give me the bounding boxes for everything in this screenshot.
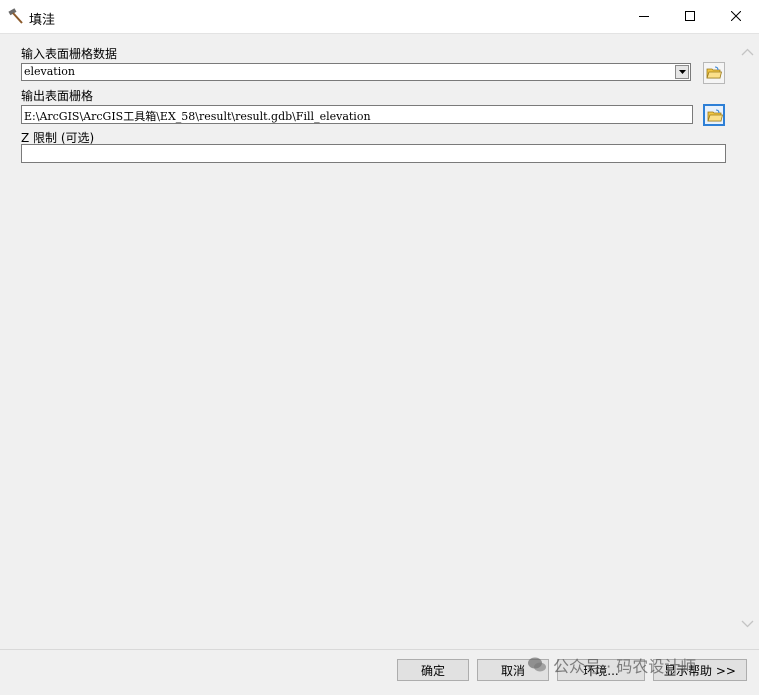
browse-input-button[interactable] xyxy=(703,62,725,84)
close-icon xyxy=(731,11,741,21)
vertical-scrollbar[interactable] xyxy=(737,34,758,648)
scroll-up-icon[interactable] xyxy=(741,48,754,56)
wechat-icon xyxy=(528,657,546,672)
maximize-button[interactable] xyxy=(667,0,713,33)
output-raster-field[interactable]: E:\ArcGIS\ArcGIS工具箱\EX_58\result\result.… xyxy=(21,105,693,124)
watermark-text: 公众号 · 码农设计师 xyxy=(553,657,697,676)
output-raster-label: 输出表面栅格 xyxy=(21,89,94,103)
input-raster-value: elevation xyxy=(24,65,75,78)
browse-output-button[interactable] xyxy=(703,104,725,126)
dropdown-button[interactable] xyxy=(675,65,689,79)
minimize-icon xyxy=(639,16,649,17)
folder-open-icon xyxy=(706,66,722,79)
folder-open-icon xyxy=(707,109,723,122)
input-raster-combobox[interactable]: elevation xyxy=(21,63,691,81)
maximize-icon xyxy=(685,11,695,21)
scroll-down-icon[interactable] xyxy=(741,620,754,628)
watermark: 公众号 · 码农设计师 xyxy=(527,653,696,677)
minimize-button[interactable] xyxy=(621,0,667,33)
ok-button[interactable]: 确定 xyxy=(397,659,469,681)
output-raster-value: E:\ArcGIS\ArcGIS工具箱\EX_58\result\result.… xyxy=(24,110,371,123)
chevron-down-icon xyxy=(679,70,686,74)
form-panel xyxy=(1,34,737,648)
z-limit-field[interactable] xyxy=(21,144,726,163)
input-raster-label: 输入表面栅格数据 xyxy=(21,47,118,61)
window-title: 填洼 xyxy=(29,13,56,28)
close-button[interactable] xyxy=(713,0,759,33)
hammer-icon xyxy=(7,7,25,25)
title-bar: 填洼 xyxy=(0,0,759,34)
